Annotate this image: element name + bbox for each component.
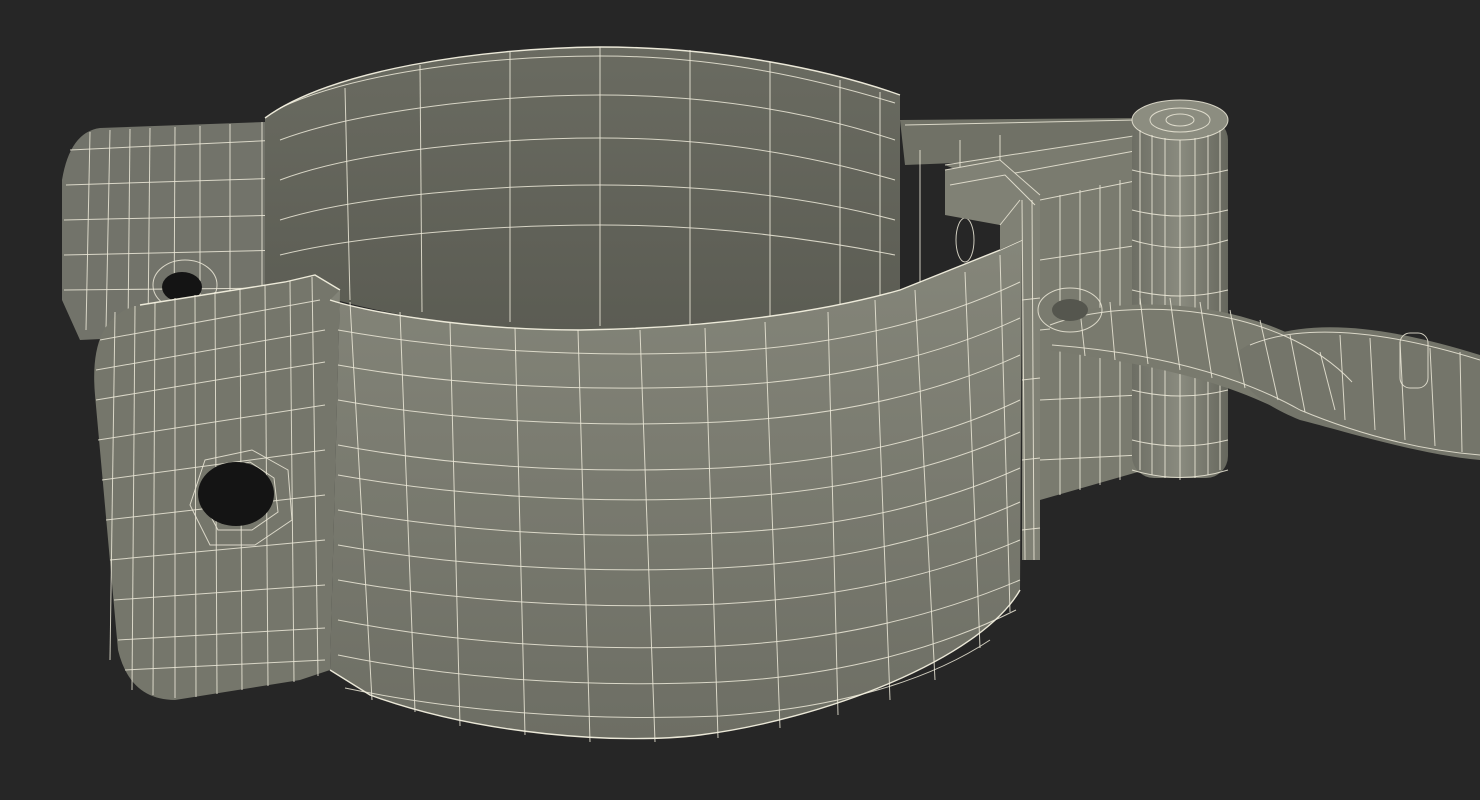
front-tab — [94, 274, 341, 700]
render-viewport — [62, 46, 1480, 743]
band-inner-wall — [264, 46, 901, 330]
bolt-hole-front — [198, 462, 274, 526]
hinge-pin — [1131, 99, 1229, 480]
